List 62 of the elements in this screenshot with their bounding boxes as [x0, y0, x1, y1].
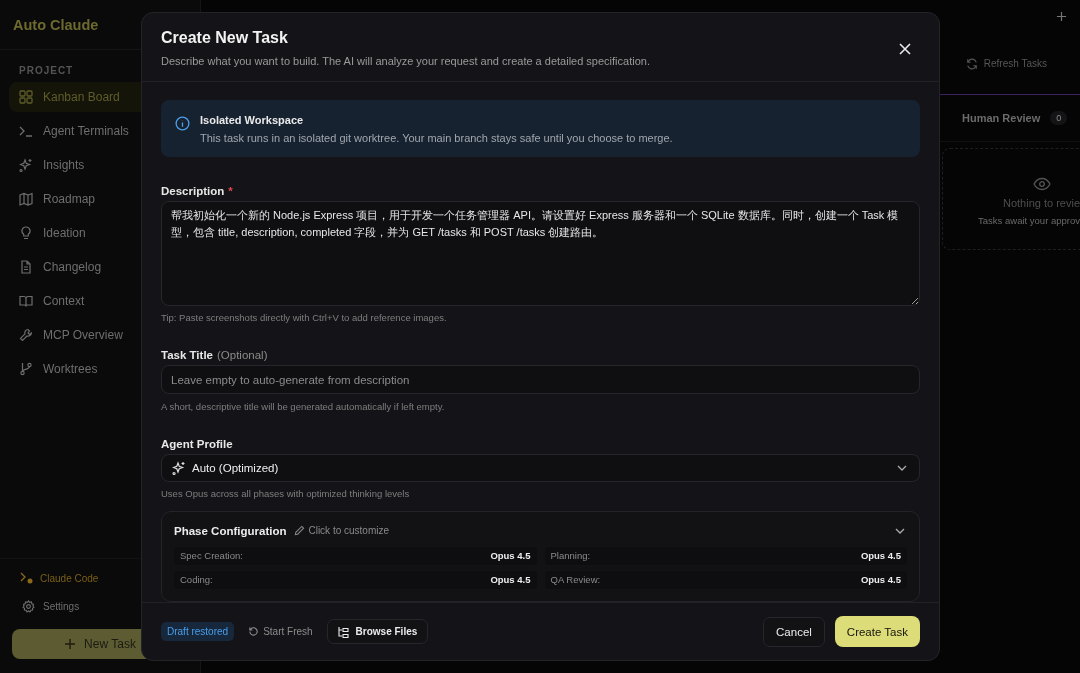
- column-title: Human Review: [962, 112, 1041, 124]
- app-title: Auto Claude: [13, 16, 99, 33]
- close-icon[interactable]: [899, 43, 911, 55]
- undo-icon: [248, 626, 260, 637]
- section-title: Phase Configuration: [174, 525, 287, 537]
- grid-icon: [19, 90, 33, 104]
- phase-model: Opus 4.5: [490, 550, 531, 562]
- refresh-button[interactable]: Refresh Tasks: [959, 56, 1053, 71]
- field-label: Task Title: [161, 349, 213, 362]
- settings-icon: [22, 599, 35, 613]
- refresh-icon: [965, 57, 978, 70]
- info-icon: [175, 116, 190, 131]
- sidebar-item[interactable]: Agent Terminals: [9, 116, 191, 146]
- dialog-subtitle: Describe what you want to build. The AI will analyze your request and create a detailed specification.: [161, 55, 651, 67]
- eye-icon: [1032, 176, 1051, 191]
- sidebar-item[interactable]: Insights: [9, 150, 191, 180]
- sparkle-icon: [172, 461, 186, 476]
- map-icon: [19, 192, 33, 206]
- book-icon: [19, 294, 33, 308]
- info-text: This task runs in an isolated git worktree. Your main branch stays safe until you choose to merge.: [200, 132, 673, 144]
- phase-model: Opus 4.5: [860, 574, 901, 586]
- terminal-icon: [19, 124, 33, 138]
- empty-subtitle: Tasks await your approv: [978, 214, 1080, 226]
- tip-text: Tip: Paste screenshots directly with Ctrl+V to add reference images.: [161, 312, 448, 324]
- count-badge: 0: [1050, 111, 1068, 125]
- cancel-button[interactable]: Cancel: [763, 616, 825, 647]
- phase-name: QA Review:: [550, 574, 601, 586]
- hint-text: A short, descriptive title will be generated automatically if left empty.: [161, 401, 446, 413]
- optional-note: (Optional): [217, 349, 268, 362]
- git-branch-icon: [19, 362, 33, 376]
- phase-model: Opus 4.5: [490, 574, 531, 586]
- folder-tree-icon: [337, 625, 350, 638]
- browse-files-button[interactable]: Browse Files: [326, 619, 429, 644]
- pencil-icon: [294, 525, 306, 537]
- sparkle-icon: [19, 158, 33, 172]
- draft-badge: Draft restored: [161, 622, 235, 641]
- document-icon: [19, 260, 33, 274]
- hint-text: Uses Opus across all phases with optimized thinking levels: [161, 488, 411, 499]
- agent-profile-select[interactable]: Auto (Optimized): [161, 454, 920, 482]
- info-title: Isolated Workspace: [200, 114, 305, 126]
- chevron-down-icon: [897, 465, 907, 472]
- customize-link[interactable]: Click to customize: [294, 525, 390, 537]
- create-task-button[interactable]: Create Task: [834, 616, 920, 647]
- required-mark: *: [228, 185, 233, 197]
- phase-name: Spec Creation:: [180, 550, 243, 562]
- settings-item[interactable]: Settings: [12, 597, 188, 615]
- chevron-down-icon[interactable]: [895, 528, 905, 534]
- lightbulb-icon: [19, 226, 33, 240]
- phase-name: Planning:: [550, 550, 591, 562]
- empty-title: Nothing to revie: [1002, 196, 1080, 209]
- start-fresh-button[interactable]: Start Fresh: [242, 625, 319, 638]
- field-label: Description: [161, 185, 225, 197]
- wrench-icon: [19, 328, 33, 342]
- field-label: Agent Profile: [161, 438, 233, 451]
- plus-icon[interactable]: [1056, 11, 1067, 22]
- task-title-field[interactable]: Leave empty to auto-generate from description: [161, 365, 920, 395]
- phase-name: Coding:: [180, 574, 213, 586]
- section-label: PROJECT: [19, 65, 74, 76]
- plus-icon: [64, 638, 77, 650]
- phase-model: Opus 4.5: [860, 550, 901, 562]
- dialog-title: Create New Task: [161, 29, 289, 47]
- description-field[interactable]: 帮我初始化一个新的 Node.js Express 项目，用于开发一个任务管理器 API。请设置好 Express 服务器和一个 SQLite 数据库。同时，创建一个 Task 模型，包含 title, description, completed 字段，并为 GET /tasks 和 POST /tasks 创建路由。: [161, 201, 920, 307]
